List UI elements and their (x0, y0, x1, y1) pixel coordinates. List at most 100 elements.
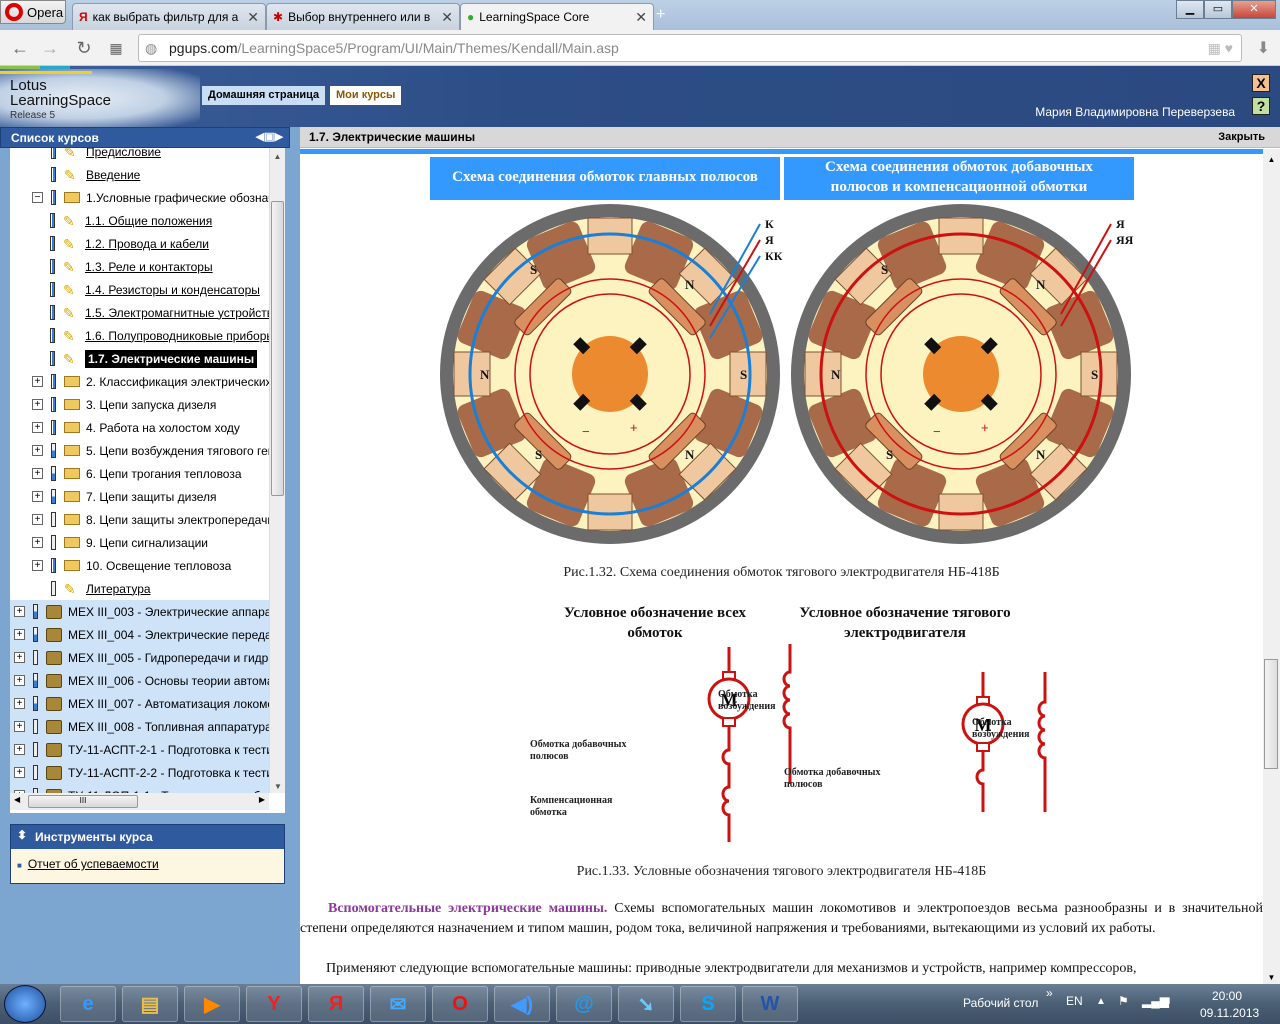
skype-icon[interactable]: S (680, 986, 736, 1022)
tree-folder-item[interactable]: +9. Цепи сигнализации (10, 531, 269, 554)
collapse-icon[interactable]: − (32, 192, 43, 203)
yandex-browser-icon[interactable]: Y (246, 986, 302, 1022)
course-item[interactable]: + МЕХ III_005 - Гидропередачи и гидравлик… (10, 646, 269, 669)
tree-page-item[interactable]: ✎ 1.3. Реле и контакторы (10, 255, 269, 278)
close-icon[interactable]: X (1252, 74, 1270, 92)
start-button[interactable] (4, 985, 46, 1023)
expand-icon[interactable]: + (32, 560, 43, 571)
tree-item-link[interactable]: Введение (86, 168, 140, 182)
tree-horizontal-scrollbar[interactable]: ◀ III ▶ (10, 793, 269, 810)
close-window-icon[interactable]: ✕ (1232, 0, 1276, 19)
expand-icon[interactable]: + (32, 491, 43, 502)
course-item[interactable]: + МЕХ III_004 - Электрические передачи (10, 623, 269, 646)
tree-item-link[interactable]: 1.5. Электромагнитные устройства (85, 306, 269, 320)
expand-icon[interactable]: + (14, 698, 25, 709)
explorer-icon[interactable]: ▤ (122, 986, 178, 1022)
opera-menu-button[interactable]: Opera (0, 0, 66, 24)
opera-icon[interactable]: O (432, 986, 488, 1022)
volume-icon[interactable]: 🔈︎ (1166, 993, 1173, 1008)
expand-icon[interactable]: + (32, 537, 43, 548)
scroll-thumb[interactable] (271, 201, 284, 496)
new-tab-button[interactable]: + (656, 6, 665, 24)
expand-icon[interactable]: + (14, 606, 25, 617)
expand-icon[interactable]: + (32, 376, 43, 387)
network-icon[interactable]: ▂▄▆ (1142, 994, 1169, 1008)
mail-icon[interactable]: ✉ (370, 986, 426, 1022)
yandex-icon[interactable]: Я (308, 986, 364, 1022)
tree-page-item[interactable]: ✎ 1.7. Электрические машины (10, 347, 269, 370)
expand-icon[interactable]: + (14, 744, 25, 755)
tree-page-item[interactable]: ✎ 1.6. Полупроводниковые приборы (10, 324, 269, 347)
expand-icon[interactable]: + (32, 422, 43, 433)
tree-page-item[interactable]: ✎ Введение (10, 163, 269, 186)
course-item[interactable]: + ТУ-11-АСПТ-2-2 - Подготовка к тестирова… (10, 761, 269, 784)
mail-agent-icon[interactable]: @ (556, 986, 612, 1022)
tab-1[interactable]: Якак выбрать фильтр для а ✕ (72, 3, 266, 30)
nav-my-courses[interactable]: Мои курсы (330, 86, 402, 105)
tree-folder-item[interactable]: − 1.Условные графические обозначения (10, 186, 269, 209)
expand-icon[interactable]: + (32, 399, 43, 410)
expand-icon[interactable]: + (32, 514, 43, 525)
action-center-flag-icon[interactable]: ⚑ (1118, 994, 1129, 1008)
tree-item-link[interactable]: 1.2. Провода и кабели (85, 237, 209, 251)
reload-icon[interactable]: ↻ (72, 38, 96, 59)
sound-icon[interactable]: ◀) (494, 986, 550, 1022)
tree-item-link[interactable]: 1.3. Реле и контакторы (85, 260, 213, 274)
tree-page-item[interactable]: ✎ 1.4. Резисторы и конденсаторы (10, 278, 269, 301)
course-tools-title[interactable]: Инструменты курса (11, 825, 284, 849)
word-icon[interactable]: W (742, 986, 798, 1022)
clock-date[interactable]: 09.11.2013 (1200, 1006, 1259, 1020)
tree-folder-item[interactable]: +3. Цепи запуска дизеля (10, 393, 269, 416)
tree-folder-item[interactable]: +6. Цепи трогания тепловоза (10, 462, 269, 485)
tree-page-item[interactable]: ✎ 1.2. Провода и кабели (10, 232, 269, 255)
close-content-button[interactable]: Закрыть (1218, 131, 1265, 143)
tree-folder-item[interactable]: +7. Цепи защиты дизеля (10, 485, 269, 508)
chevron-icon[interactable]: » (1046, 986, 1053, 1000)
tree-item-link[interactable]: Литература (86, 582, 151, 596)
heart-icon[interactable]: ▦ ♥ (1208, 40, 1233, 57)
tree-item-link[interactable]: 1.6. Полупроводниковые приборы (85, 329, 269, 343)
ie-icon[interactable]: e (60, 986, 116, 1022)
back-icon[interactable]: ← (8, 38, 32, 59)
course-item[interactable]: + ТУ-11-АСПТ-2-1 - Подготовка к тестирова… (10, 738, 269, 761)
tree-page-item[interactable]: ✎ Предисловие (10, 148, 269, 163)
expand-icon[interactable]: + (14, 675, 25, 686)
tree-folder-item[interactable]: +4. Работа на холостом ходу (10, 416, 269, 439)
scroll-thumb[interactable]: III (28, 795, 138, 808)
tree-item-link[interactable]: 1.4. Резисторы и конденсаторы (85, 283, 260, 297)
minimize-icon[interactable]: ▁ (1176, 0, 1204, 19)
site-info-icon[interactable]: ◍ (145, 40, 157, 57)
close-tab-icon[interactable]: ✕ (441, 9, 453, 26)
course-item[interactable]: + МЕХ III_006 - Основы теории автоматики (10, 669, 269, 692)
panel-toggle-icon[interactable]: ◀▣▶ (256, 130, 283, 143)
tree-folder-item[interactable]: +8. Цепи защиты электропередачи (10, 508, 269, 531)
expand-icon[interactable]: + (14, 721, 25, 732)
expand-icon[interactable]: + (32, 468, 43, 479)
language-indicator[interactable]: EN (1066, 994, 1083, 1008)
progress-report-link[interactable]: Отчет об успеваемости (28, 857, 159, 871)
course-item[interactable]: + МЕХ III_003 - Электрические аппараты (10, 600, 269, 623)
help-icon[interactable]: ? (1252, 97, 1270, 115)
expand-icon[interactable]: + (14, 629, 25, 640)
tree-folder-item[interactable]: +10. Освещение тепловоза (10, 554, 269, 577)
close-tab-icon[interactable]: ✕ (247, 9, 259, 26)
expand-icon[interactable]: + (14, 652, 25, 663)
expand-icon[interactable]: + (32, 445, 43, 456)
media-player-icon[interactable]: ▶ (184, 986, 240, 1022)
tree-folder-item[interactable]: +5. Цепи возбуждения тягового генератора (10, 439, 269, 462)
tree-page-item[interactable]: ✎ Литература (10, 577, 269, 600)
speed-dial-icon[interactable]: ▦ (104, 40, 128, 57)
tree-page-item[interactable]: ✎ 1.1. Общие положения (10, 209, 269, 232)
content-scrollbar[interactable]: ▲ ▼ (1263, 149, 1280, 984)
maximize-icon[interactable]: ▭ (1204, 0, 1232, 19)
tree-page-item[interactable]: ✎ 1.5. Электромагнитные устройства (10, 301, 269, 324)
desktop-toolbar-label[interactable]: Рабочий стол (963, 996, 1038, 1010)
tab-2[interactable]: ✱ Выбор внутреннего или в ✕ (266, 3, 460, 30)
course-item[interactable]: + МЕХ III_008 - Топливная аппаратура (10, 715, 269, 738)
tree-vertical-scrollbar[interactable]: ▲ ▼ (269, 148, 285, 793)
tree-item-link[interactable]: Предисловие (86, 148, 161, 159)
clock-time[interactable]: 20:00 (1212, 989, 1242, 1003)
tree-item-link[interactable]: 1.1. Общие положения (85, 214, 212, 228)
tab-3-active[interactable]: ● LearningSpace Core ✕ (460, 3, 654, 30)
download-icon[interactable]: ➘ (618, 986, 674, 1022)
